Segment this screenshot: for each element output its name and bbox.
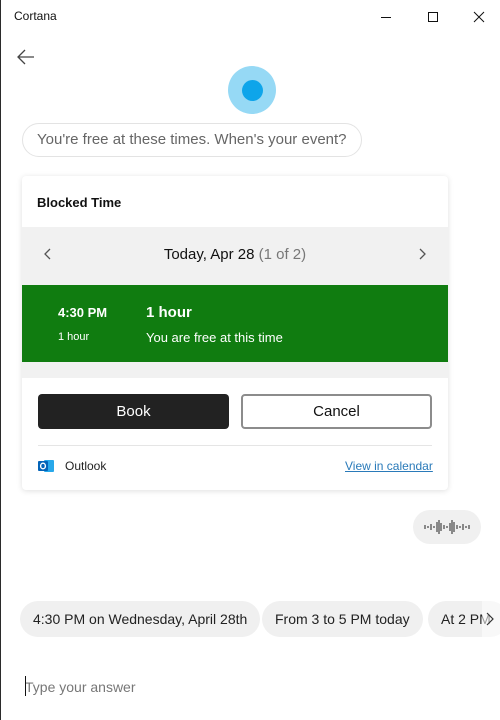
maximize-button[interactable] <box>410 0 456 33</box>
cortana-window: Cortana You're free at these times. When… <box>0 0 500 720</box>
user-voice-message <box>413 510 481 544</box>
close-icon <box>473 11 485 22</box>
slot-description: You are free at this time <box>146 330 283 345</box>
slot-duration: 1 hour <box>146 304 192 321</box>
cortana-orb-core <box>241 79 263 101</box>
arrow-left-icon <box>17 49 34 65</box>
text-caret <box>25 676 26 696</box>
card-title: Blocked Time <box>37 195 122 210</box>
suggestion-chips: 4:30 PM on Wednesday, April 28th From 3 … <box>20 601 500 637</box>
date-label: Today, Apr 28 (1 of 2) <box>22 246 448 263</box>
blocked-time-card: Blocked Time Today, Apr 28 (1 of 2) 4:30… <box>22 176 448 490</box>
minimize-button[interactable] <box>363 0 409 33</box>
slot-time: 4:30 PM <box>58 305 108 320</box>
source-app-label: Outlook <box>65 459 107 473</box>
card-divider <box>38 445 432 446</box>
maximize-icon <box>428 11 438 22</box>
next-day-button[interactable] <box>412 244 432 264</box>
book-button[interactable]: Book <box>38 394 229 429</box>
chevron-right-icon <box>486 612 494 626</box>
back-button[interactable] <box>15 45 39 69</box>
scroll-suggestions-button[interactable] <box>482 609 498 629</box>
free-time-slot[interactable]: 4:30 PM 1 hour 1 hour You are free at th… <box>22 285 448 362</box>
suggestion-chip[interactable]: 4:30 PM on Wednesday, April 28th <box>20 601 261 637</box>
date-navigator: Today, Apr 28 (1 of 2) 4:30 PM 1 hour 1 … <box>22 227 448 378</box>
cortana-logo-icon <box>228 66 276 114</box>
outlook-icon <box>38 460 54 472</box>
assistant-message: You're free at these times. When's your … <box>22 123 362 157</box>
view-in-calendar-link[interactable]: View in calendar <box>345 459 433 473</box>
close-button[interactable] <box>456 0 500 33</box>
minimize-icon <box>381 16 391 18</box>
date-text: Today, Apr 28 <box>163 246 255 263</box>
page-counter: (1 of 2) <box>258 246 307 263</box>
title-bar: Cortana <box>1 0 500 33</box>
suggestion-chip[interactable]: From 3 to 5 PM today <box>262 601 423 637</box>
audio-waveform-icon <box>424 520 470 534</box>
answer-input[interactable] <box>25 675 485 699</box>
cancel-button[interactable]: Cancel <box>241 394 432 429</box>
window-title: Cortana <box>14 9 57 23</box>
slot-duration-small: 1 hour <box>58 331 90 343</box>
chevron-right-icon <box>419 248 426 260</box>
